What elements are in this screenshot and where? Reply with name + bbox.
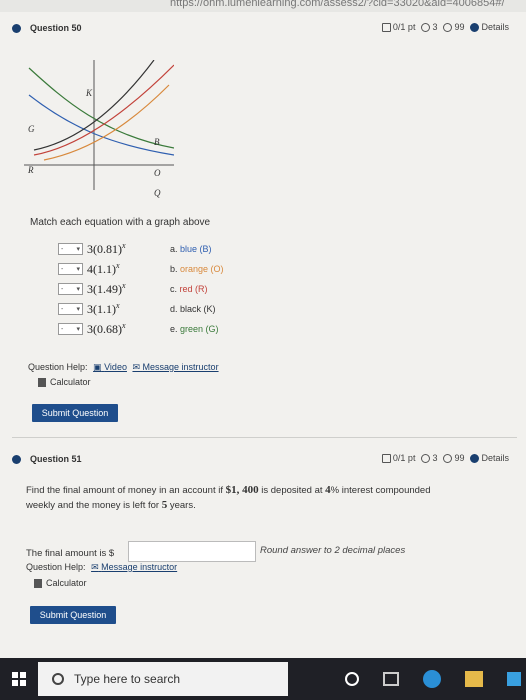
status-dot-icon: [12, 24, 21, 33]
question-meta: 0/1 pt 3 99 Details: [381, 22, 509, 32]
video-link[interactable]: ▣ Video: [93, 362, 127, 372]
store-icon[interactable]: [507, 672, 521, 686]
question-help: Question Help: ✉ Message instructor: [26, 562, 178, 572]
equation-row-4: - ▾ 3(1.1)x: [58, 300, 120, 318]
score: 0/1 pt: [381, 453, 415, 463]
page-content: Question 50 0/1 pt 3 99 Details K G B R …: [0, 12, 526, 658]
calculator-icon: [34, 578, 42, 588]
message-instructor-link[interactable]: ✉ Message instructor: [132, 362, 218, 372]
equation-5: 3(0.68)x: [87, 321, 126, 336]
match-select-3[interactable]: - ▾: [58, 283, 83, 295]
windows-taskbar: Type here to search: [0, 658, 526, 700]
question-help: Question Help: ▣ Video ✉ Message instruc…: [28, 362, 219, 372]
option-c: c. red (R): [170, 284, 208, 294]
windows-start-icon[interactable]: [12, 672, 26, 686]
file-explorer-icon[interactable]: [465, 671, 483, 687]
submit-question-50-button[interactable]: Submit Question: [32, 404, 118, 422]
score: 0/1 pt: [381, 22, 415, 32]
mail-icon: ✉: [132, 362, 141, 372]
answer-label: The final amount is $: [26, 548, 115, 559]
message-instructor-link[interactable]: ✉ Message instructor: [91, 562, 177, 572]
exponential-graph: K G B R O Q: [24, 60, 174, 198]
chevron-down-icon: ▾: [76, 326, 80, 333]
option-e: e. green (G): [170, 324, 219, 334]
calculator-icon: [38, 377, 46, 387]
option-b: b. orange (O): [170, 264, 224, 274]
equation-3: 3(1.49)x: [87, 281, 126, 296]
info-icon: [470, 453, 480, 463]
retry-icon: [421, 22, 431, 32]
rounding-hint: Round answer to 2 decimal places: [260, 545, 406, 556]
score-icon: [381, 22, 391, 32]
mail-icon: ✉: [91, 562, 99, 572]
option-a: a. blue (B): [170, 244, 212, 254]
task-view-icon[interactable]: [383, 672, 399, 686]
label-b: B: [154, 137, 160, 147]
calculator-link[interactable]: Calculator: [38, 377, 91, 387]
attempts-icon: [443, 453, 453, 463]
equation-4: 3(1.1)x: [87, 301, 120, 316]
question-title: Question 51: [30, 454, 82, 464]
attempts: 99: [443, 453, 464, 463]
match-select-1[interactable]: - ▾: [58, 243, 83, 255]
instruction: Match each equation with a graph above: [30, 217, 211, 228]
equation-row-5: - ▾ 3(0.68)x: [58, 320, 126, 338]
chevron-down-icon: ▾: [76, 306, 80, 313]
cortana-icon[interactable]: [345, 672, 359, 686]
info-icon: [470, 22, 480, 32]
equation-row-3: - ▾ 3(1.49)x: [58, 280, 126, 298]
question-50-header: Question 50 0/1 pt 3 99 Details: [12, 18, 517, 40]
edge-browser-icon[interactable]: [423, 670, 441, 688]
equation-1: 3(0.81)x: [87, 241, 126, 256]
attempts: 99: [443, 22, 464, 32]
final-amount-input[interactable]: [128, 541, 256, 562]
question-51-text: Find the final amount of money in an acc…: [26, 484, 431, 511]
divider: [12, 437, 517, 438]
equation-row-2: - ▾ 4(1.1)x: [58, 260, 120, 278]
submit-question-51-button[interactable]: Submit Question: [30, 606, 116, 624]
label-q: Q: [154, 188, 161, 198]
chevron-down-icon: ▾: [76, 286, 80, 293]
retries: 3: [421, 453, 437, 463]
taskbar-icons: [345, 670, 521, 688]
retries: 3: [421, 22, 437, 32]
video-icon: ▣: [93, 362, 102, 372]
equation-row-1: - ▾ 3(0.81)x: [58, 240, 126, 258]
details-link[interactable]: Details: [470, 22, 509, 32]
browser-url-bar[interactable]: https://ohm.lumenlearning.com/assess2/?c…: [0, 0, 526, 12]
url-text: https://ohm.lumenlearning.com/assess2/?c…: [170, 0, 505, 9]
label-o: O: [154, 168, 161, 178]
match-select-2[interactable]: - ▾: [58, 263, 83, 275]
match-select-4[interactable]: - ▾: [58, 303, 83, 315]
attempts-icon: [443, 22, 453, 32]
option-d: d. black (K): [170, 304, 216, 314]
score-icon: [381, 453, 391, 463]
retry-icon: [421, 453, 431, 463]
question-title: Question 50: [30, 23, 82, 33]
label-g: G: [28, 124, 35, 134]
question-51-header: Question 51 0/1 pt 3 99 Details: [12, 449, 517, 471]
equation-2: 4(1.1)x: [87, 261, 120, 276]
taskbar-search[interactable]: Type here to search: [38, 662, 288, 696]
details-link[interactable]: Details: [470, 453, 509, 463]
label-r: R: [27, 165, 34, 175]
match-select-5[interactable]: - ▾: [58, 323, 83, 335]
question-meta: 0/1 pt 3 99 Details: [381, 453, 509, 463]
search-icon: [52, 673, 64, 685]
chevron-down-icon: ▾: [76, 266, 80, 273]
chevron-down-icon: ▾: [76, 246, 80, 253]
red-curve: [33, 64, 174, 156]
calculator-link[interactable]: Calculator: [34, 578, 87, 588]
label-k: K: [85, 88, 93, 98]
status-dot-icon: [12, 455, 21, 464]
